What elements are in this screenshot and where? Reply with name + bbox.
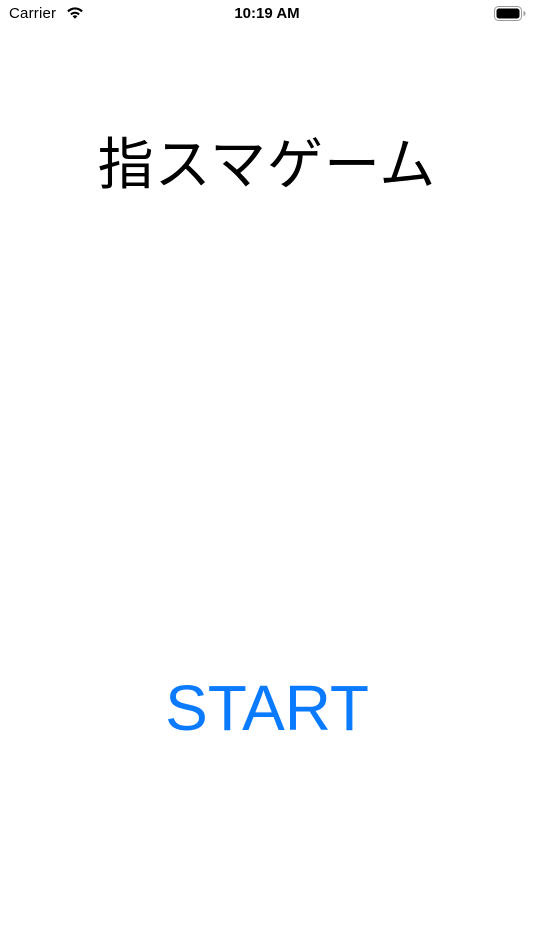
game-title: 指スマゲーム [97,133,437,198]
battery-icon [494,6,526,21]
start-button[interactable]: START [130,668,404,748]
status-bar: Carrier 10:19 AM [0,0,534,28]
status-time: 10:19 AM [234,5,300,22]
